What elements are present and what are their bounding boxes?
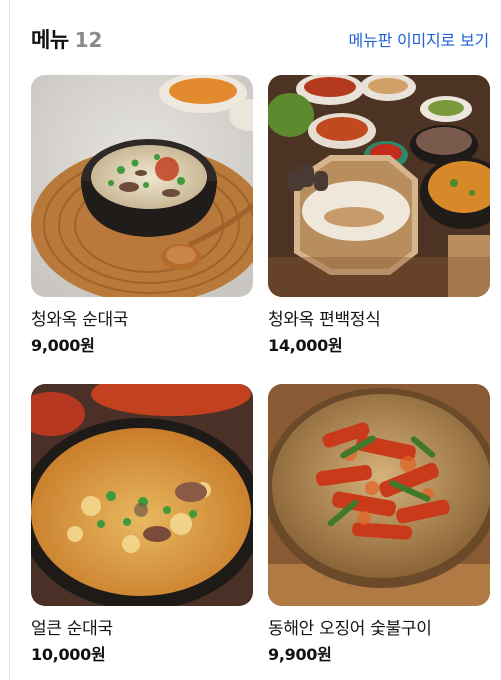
divider [9,0,10,680]
gukbap-bowl-photo [31,75,253,297]
menu-item-name: 얼큰 순대국 [31,619,113,639]
menu-count: 12 [74,28,103,52]
menu-item-photo[interactable] [31,75,253,297]
menu-card[interactable]: 청와옥 편백정식 14,000원 [268,75,490,357]
menu-item-price: 9,000원 [31,336,95,355]
menu-item-photo[interactable] [268,384,490,606]
menu-card[interactable]: 얼큰 순대국 10,000원 [31,384,253,666]
menu-section: 메뉴 12 메뉴판 이미지로 보기 청와옥 순대국 9,000원 청와옥 편백정… [0,0,501,680]
menu-header: 메뉴 12 메뉴판 이미지로 보기 [31,22,489,56]
menu-item-price: 14,000원 [268,336,343,355]
menu-item-price: 9,900원 [268,645,332,664]
menu-item-price: 10,000원 [31,645,106,664]
menu-card[interactable]: 청와옥 순대국 9,000원 [31,75,253,357]
menu-item-name: 동해안 오징어 숯불구이 [268,619,432,639]
spicy-sundae-soup-photo [31,384,253,606]
menu-item-name: 청와옥 편백정식 [268,310,381,330]
menu-item-photo[interactable] [31,384,253,606]
view-menu-image-link[interactable]: 메뉴판 이미지로 보기 [349,27,490,51]
steamed-sundae-set-photo [268,75,490,297]
grilled-squid-photo [268,384,490,606]
section-title: 메뉴 [31,28,69,52]
section-title-group: 메뉴 12 [31,24,102,54]
menu-item-photo[interactable] [268,75,490,297]
menu-card[interactable]: 동해안 오징어 숯불구이 9,900원 [268,384,490,666]
menu-item-name: 청와옥 순대국 [31,310,129,330]
